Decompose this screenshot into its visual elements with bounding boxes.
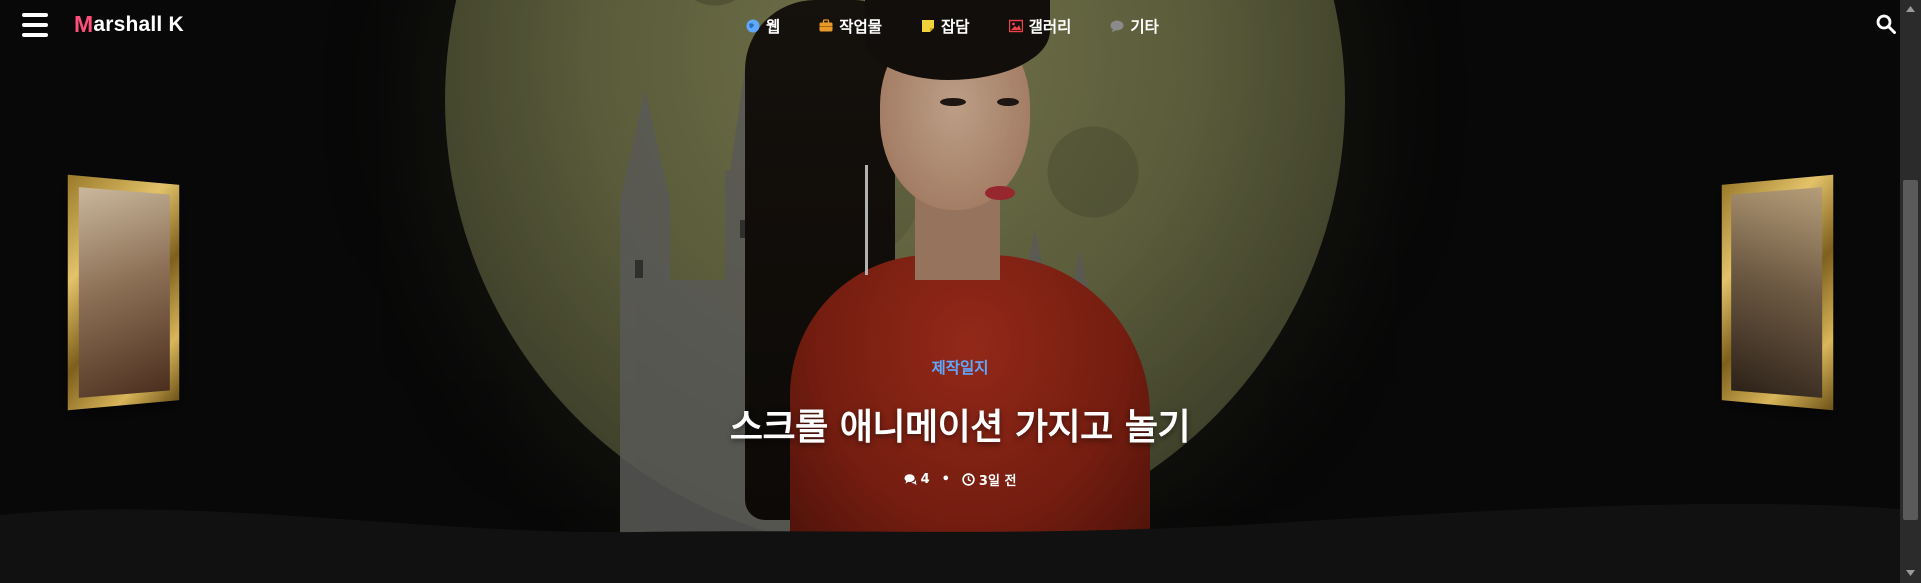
nav-label: 웹 <box>766 18 781 36</box>
nav-label: 기타 <box>1130 18 1159 36</box>
nav-item-etc[interactable]: 기타 <box>1110 15 1159 37</box>
briefcase-icon <box>819 19 833 32</box>
image-icon <box>1008 19 1023 33</box>
top-navbar: M arshall K 웹 작업물 잡담 갤러리 기타 <box>0 0 1900 52</box>
post-title[interactable]: 스크롤 애니메이션 가지고 놀기 <box>560 398 1360 450</box>
gallery-frame-left[interactable] <box>67 174 180 411</box>
post-time: 3일 전 <box>978 474 1017 489</box>
nav-item-works[interactable]: 작업물 <box>819 15 882 37</box>
framed-portrait-right <box>1731 187 1823 398</box>
hamburger-menu-icon[interactable] <box>22 13 48 37</box>
scroll-up-arrow-icon[interactable] <box>1904 4 1917 14</box>
hero-banner <box>0 0 1900 583</box>
scroll-down-arrow-icon[interactable] <box>1904 568 1917 578</box>
wave-divider <box>0 503 1900 583</box>
nav-item-gallery[interactable]: 갤러리 <box>1008 15 1072 37</box>
nav-label: 잡담 <box>941 18 970 36</box>
gallery-frame-right[interactable] <box>1721 174 1834 411</box>
page-scrollbar[interactable] <box>1900 0 1921 583</box>
nav-item-chat[interactable]: 잡담 <box>921 15 970 37</box>
post-meta: 4 • 3일 전 <box>830 470 1090 489</box>
globe-icon <box>746 19 760 33</box>
comment-icon <box>1110 20 1124 33</box>
main-menu: 웹 작업물 잡담 갤러리 기타 <box>746 15 1198 37</box>
nav-item-web[interactable]: 웹 <box>746 15 780 37</box>
comments-icon <box>904 474 917 486</box>
logo-text: arshall K <box>93 12 184 36</box>
comment-count: 4 <box>920 472 930 487</box>
nav-label: 갤러리 <box>1028 18 1072 36</box>
clock-icon <box>962 473 975 486</box>
search-icon[interactable] <box>1876 14 1896 34</box>
scrollbar-thumb[interactable] <box>1903 180 1918 520</box>
site-logo[interactable]: M arshall K <box>74 11 184 38</box>
framed-portrait-left <box>78 187 170 398</box>
nav-label: 작업물 <box>839 18 883 36</box>
sticky-note-icon <box>922 20 935 32</box>
post-category[interactable]: 제작일지 <box>900 356 1020 378</box>
logo-letter: M <box>74 11 94 37</box>
separator-dot: • <box>941 472 950 487</box>
